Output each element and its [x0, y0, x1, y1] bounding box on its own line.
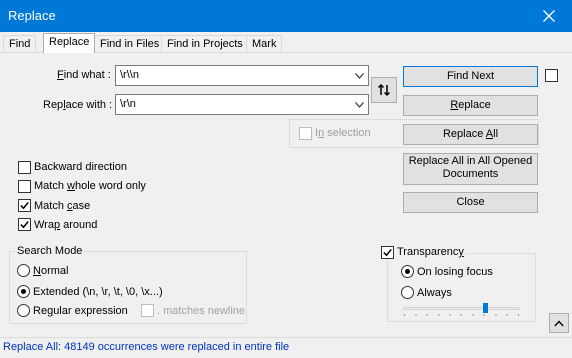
match-whole-word-checkbox[interactable]	[18, 180, 31, 193]
normal-mode-label: Normal	[33, 265, 69, 277]
radio-selected-dot	[405, 269, 410, 274]
swap-arrows-icon	[377, 83, 391, 97]
on-losing-focus-label: On losing focus	[417, 266, 493, 278]
replace-with-label: Replace with :	[43, 99, 113, 111]
transparency-slider-track[interactable]	[403, 307, 520, 310]
transparency-slider-thumb[interactable]	[483, 303, 488, 313]
replace-all-button[interactable]: Replace All	[403, 124, 538, 145]
radio-selected-dot	[21, 289, 26, 294]
wrap-around-checkbox[interactable]	[18, 218, 31, 231]
normal-mode-radio[interactable]	[17, 264, 30, 277]
replace-with-combo[interactable]: \r\n	[115, 94, 369, 115]
tab-find-in-projects[interactable]: Find in Projects	[161, 35, 249, 52]
replace-all-in-opened-documents-button[interactable]: Replace All in All Opened Documents	[403, 153, 538, 185]
transparency-checkbox[interactable]	[381, 246, 394, 259]
match-case-checkbox[interactable]	[18, 199, 31, 212]
find-what-label: Find what :	[57, 69, 111, 81]
replace-dialog: Replace Find Replace Find in Files Find …	[0, 0, 572, 358]
match-case-label: Match case	[34, 200, 91, 212]
on-losing-focus-radio[interactable]	[401, 265, 414, 278]
find-what-combo[interactable]: \r\\n	[115, 65, 369, 86]
replace-all-opened-line2: Documents	[442, 168, 499, 180]
close-button[interactable]: Close	[403, 192, 538, 213]
search-mode-title: Search Mode	[15, 245, 85, 257]
find-next-button[interactable]: Find Next	[403, 66, 538, 87]
in-selection-label: In selection	[315, 127, 371, 139]
match-whole-word-label: Match whole word only	[34, 180, 146, 192]
find-next-options-checkbox[interactable]	[545, 69, 558, 82]
checkmark-icon	[20, 202, 29, 210]
matches-newline-checkbox[interactable]	[141, 304, 154, 317]
backward-direction-label: Backward direction	[34, 161, 127, 173]
collapse-dialog-button[interactable]	[549, 313, 569, 333]
tab-replace[interactable]: Replace	[43, 33, 96, 53]
wrap-around-label: Wrap around	[34, 219, 98, 231]
tab-find[interactable]: Find	[3, 35, 37, 52]
replace-all-opened-line1: Replace All in All Opened	[408, 155, 533, 167]
status-divider	[0, 337, 572, 338]
regex-mode-label: Regular expression	[33, 305, 128, 317]
title-bar[interactable]: Replace	[0, 0, 572, 32]
find-what-value: \r\\n	[120, 69, 139, 81]
tab-mark[interactable]: Mark	[246, 35, 283, 52]
always-label: Always	[417, 287, 452, 299]
replace-with-value: \r\n	[120, 98, 136, 110]
chevron-down-icon[interactable]	[355, 73, 364, 79]
in-selection-checkbox[interactable]	[299, 127, 312, 140]
tab-find-in-files[interactable]: Find in Files	[94, 35, 166, 52]
close-icon	[543, 10, 555, 22]
slider-ticks	[404, 314, 519, 316]
checkmark-icon	[383, 249, 392, 257]
replace-button[interactable]: Replace	[403, 95, 538, 116]
swap-find-replace-button[interactable]	[371, 77, 397, 103]
extended-mode-label: Extended (\n, \r, \t, \0, \x...)	[33, 286, 163, 298]
chevron-up-icon	[554, 320, 564, 326]
extended-mode-radio[interactable]	[17, 285, 30, 298]
always-radio[interactable]	[401, 286, 414, 299]
window-title: Replace	[8, 8, 56, 23]
transparency-label: Transparency	[395, 246, 466, 258]
backward-direction-checkbox[interactable]	[18, 161, 31, 174]
checkmark-icon	[20, 221, 29, 229]
chevron-down-icon[interactable]	[355, 102, 364, 108]
regex-mode-radio[interactable]	[17, 304, 30, 317]
matches-newline-label: . matches newline	[157, 305, 246, 317]
close-window-button[interactable]	[526, 0, 572, 32]
status-message: Replace All: 48149 occurrences were repl…	[3, 341, 290, 353]
